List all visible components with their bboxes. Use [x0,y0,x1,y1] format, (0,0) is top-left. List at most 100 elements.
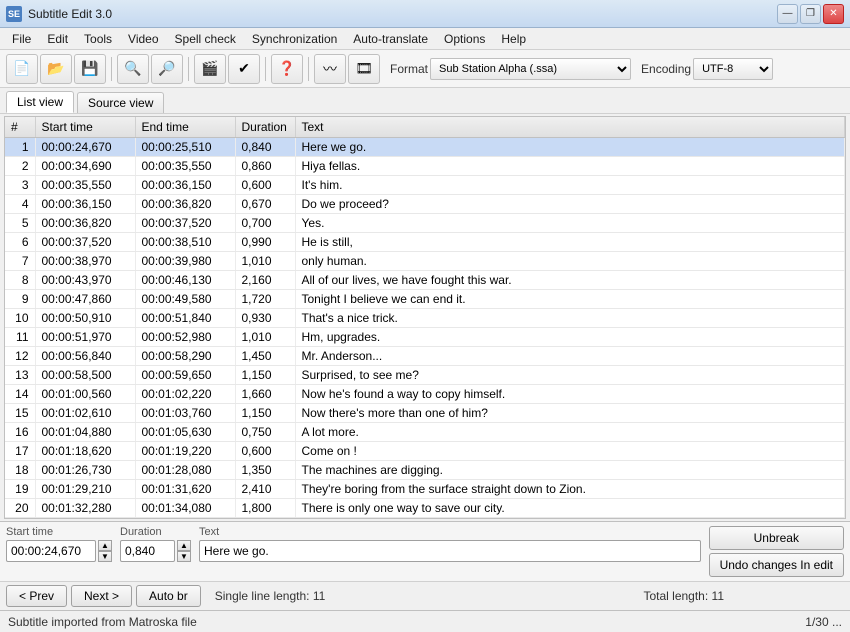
table-row[interactable]: 17 00:01:18,620 00:01:19,220 0,600 Come … [5,442,845,461]
menu-video[interactable]: Video [120,30,166,48]
text-edit-input[interactable] [199,540,701,562]
cell-text: Here we go. [295,138,845,157]
cell-start: 00:00:35,550 [35,176,135,195]
table-row[interactable]: 19 00:01:29,210 00:01:31,620 2,410 They'… [5,480,845,499]
cell-num: 20 [5,499,35,518]
start-time-spinner: ▲ ▼ [98,540,112,562]
start-time-down[interactable]: ▼ [98,551,112,562]
find-replace-button[interactable]: 🔎 [151,54,183,84]
table-row[interactable]: 4 00:00:36,150 00:00:36,820 0,670 Do we … [5,195,845,214]
menu-synchronization[interactable]: Synchronization [244,30,345,48]
start-time-up[interactable]: ▲ [98,540,112,551]
menu-file[interactable]: File [4,30,39,48]
cell-text: only human. [295,252,845,271]
table-row[interactable]: 1 00:00:24,670 00:00:25,510 0,840 Here w… [5,138,845,157]
menu-spellcheck[interactable]: Spell check [167,30,244,48]
cell-text: The machines are digging. [295,461,845,480]
table-row[interactable]: 6 00:00:37,520 00:00:38,510 0,990 He is … [5,233,845,252]
table-row[interactable]: 9 00:00:47,860 00:00:49,580 1,720 Tonigh… [5,290,845,309]
cell-text: There is only one way to save our city. [295,499,845,518]
cell-start: 00:01:32,280 [35,499,135,518]
cell-num: 4 [5,195,35,214]
start-time-input-row: ▲ ▼ [6,540,112,562]
subtitle-table: # Start time End time Duration Text 1 00… [5,117,845,518]
table-row[interactable]: 16 00:01:04,880 00:01:05,630 0,750 A lot… [5,423,845,442]
tab-source-view[interactable]: Source view [77,92,164,113]
menu-tools[interactable]: Tools [76,30,120,48]
table-row[interactable]: 7 00:00:38,970 00:00:39,980 1,010 only h… [5,252,845,271]
table-row[interactable]: 15 00:01:02,610 00:01:03,760 1,150 Now t… [5,404,845,423]
table-row[interactable]: 13 00:00:58,500 00:00:59,650 1,150 Surpr… [5,366,845,385]
menu-autotranslate[interactable]: Auto-translate [345,30,436,48]
cell-num: 8 [5,271,35,290]
format-select[interactable]: Sub Station Alpha (.ssa) SubRip (.srt) M… [430,58,631,80]
table-row[interactable]: 2 00:00:34,690 00:00:35,550 0,860 Hiya f… [5,157,845,176]
cell-text: They're boring from the surface straight… [295,480,845,499]
open-button[interactable]: 📂 [40,54,72,84]
cell-text: Mr. Anderson... [295,347,845,366]
cell-num: 3 [5,176,35,195]
cell-start: 00:00:34,690 [35,157,135,176]
new-button[interactable]: 📄 [6,54,38,84]
cell-duration: 1,150 [235,404,295,423]
close-button[interactable]: ✕ [823,4,844,24]
cell-end: 00:00:49,580 [135,290,235,309]
duration-up[interactable]: ▲ [177,540,191,551]
table-row[interactable]: 5 00:00:36,820 00:00:37,520 0,700 Yes. [5,214,845,233]
table-row[interactable]: 20 00:01:32,280 00:01:34,080 1,800 There… [5,499,845,518]
table-row[interactable]: 8 00:00:43,970 00:00:46,130 2,160 All of… [5,271,845,290]
save-button[interactable]: 💾 [74,54,106,84]
cell-end: 00:00:39,980 [135,252,235,271]
menu-edit[interactable]: Edit [39,30,76,48]
table-row[interactable]: 18 00:01:26,730 00:01:28,080 1,350 The m… [5,461,845,480]
check-button[interactable]: ✔ [228,54,260,84]
prev-button[interactable]: < Prev [6,585,67,607]
cell-start: 00:01:26,730 [35,461,135,480]
duration-spinner: ▲ ▼ [177,540,191,562]
restore-button[interactable]: ❐ [800,4,821,24]
cell-start: 00:00:51,970 [35,328,135,347]
video-button[interactable]: 🎬 [194,54,226,84]
cell-num: 1 [5,138,35,157]
cell-start: 00:01:18,620 [35,442,135,461]
cell-start: 00:00:36,150 [35,195,135,214]
cell-start: 00:01:00,560 [35,385,135,404]
subtitle-table-container[interactable]: # Start time End time Duration Text 1 00… [4,116,846,519]
cell-start: 00:00:36,820 [35,214,135,233]
cell-duration: 1,800 [235,499,295,518]
help-button[interactable]: ❓ [271,54,303,84]
undo-changes-button[interactable]: Undo changes In edit [709,553,844,577]
cell-text: That's a nice trick. [295,309,845,328]
cell-num: 14 [5,385,35,404]
duration-input[interactable] [120,540,175,562]
waveform-button[interactable]: 〰 [314,54,346,84]
table-row[interactable]: 11 00:00:51,970 00:00:52,980 1,010 Hm, u… [5,328,845,347]
duration-down[interactable]: ▼ [177,551,191,562]
minimize-button[interactable]: — [777,4,798,24]
cell-start: 00:00:24,670 [35,138,135,157]
menu-options[interactable]: Options [436,30,493,48]
table-row[interactable]: 12 00:00:56,840 00:00:58,290 1,450 Mr. A… [5,347,845,366]
cell-text: Do we proceed? [295,195,845,214]
start-time-input[interactable] [6,540,96,562]
table-row[interactable]: 10 00:00:50,910 00:00:51,840 0,930 That'… [5,309,845,328]
tab-list-view[interactable]: List view [6,91,74,113]
nav-row: < Prev Next > Auto br Single line length… [0,581,850,610]
app-title: Subtitle Edit 3.0 [28,7,112,21]
cell-duration: 1,450 [235,347,295,366]
table-row[interactable]: 14 00:01:00,560 00:01:02,220 1,660 Now h… [5,385,845,404]
app-icon: SE [6,6,22,22]
next-button[interactable]: Next > [71,585,132,607]
cell-end: 00:00:58,290 [135,347,235,366]
menu-help[interactable]: Help [493,30,534,48]
cell-num: 9 [5,290,35,309]
unbreak-button[interactable]: Unbreak [709,526,844,550]
film-button[interactable]: 🎞 [348,54,380,84]
auto-br-button[interactable]: Auto br [136,585,201,607]
table-row[interactable]: 3 00:00:35,550 00:00:36,150 0,600 It's h… [5,176,845,195]
cell-start: 00:01:04,880 [35,423,135,442]
cell-duration: 0,700 [235,214,295,233]
search-button[interactable]: 🔍 [117,54,149,84]
cell-text: Hm, upgrades. [295,328,845,347]
encoding-select[interactable]: UTF-8 UTF-16 ANSI [693,58,773,80]
